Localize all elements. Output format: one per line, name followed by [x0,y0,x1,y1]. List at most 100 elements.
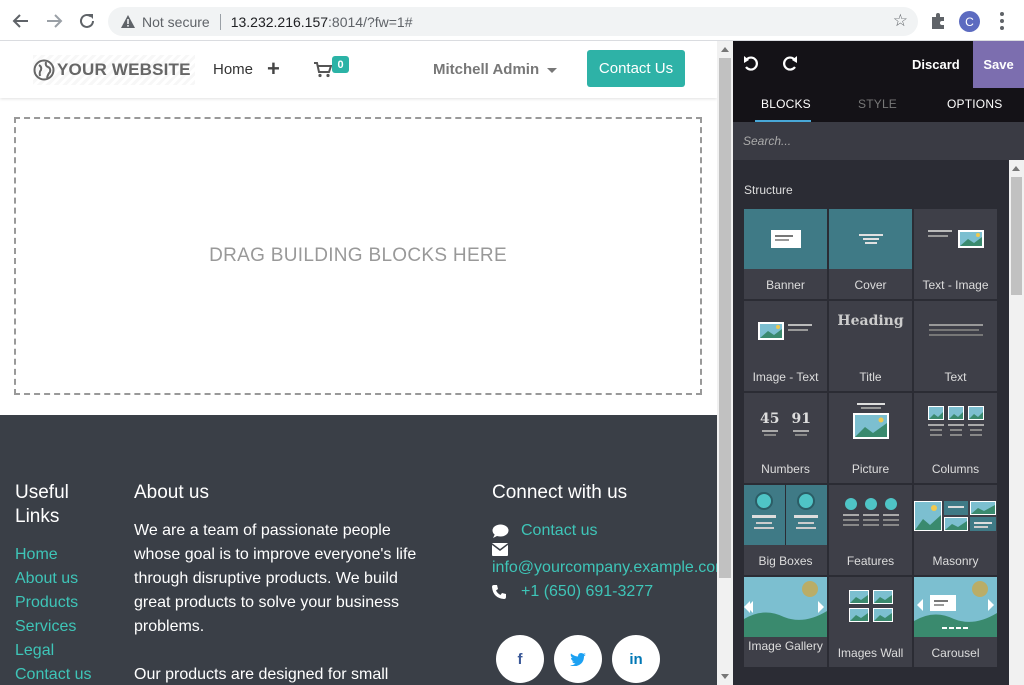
block-images-wall[interactable]: Images Wall [829,577,912,667]
footer-contact-link[interactable]: Contact us [521,519,597,543]
block-columns[interactable]: Columns [914,393,997,483]
scrollbar-thumb[interactable] [1011,177,1022,295]
image-gallery-thumbnail [744,577,827,637]
block-features[interactable]: Features [829,485,912,575]
scrollbar-thumb[interactable] [719,58,731,578]
block-label: Masonry [932,554,979,568]
footer-link-about[interactable]: About us [15,567,91,591]
block-label: Numbers [761,462,810,476]
masonry-thumbnail [914,485,997,545]
shopping-cart-icon[interactable] [314,62,333,78]
user-menu[interactable]: Mitchell Admin [433,61,558,78]
number-stat: 91 [792,411,811,436]
block-numbers[interactable]: 45 91 Numbers [744,393,827,483]
warning-icon[interactable] [120,14,136,30]
profile-avatar[interactable]: C [959,11,980,32]
picture-thumbnail [829,393,912,453]
block-label: Text [944,370,967,384]
footer-email-link[interactable]: info@yourcompany.example.com [492,556,717,580]
block-masonry[interactable]: Masonry [914,485,997,575]
tab-style[interactable]: STYLE [858,97,897,111]
facebook-icon[interactable]: f [496,635,544,683]
number-line [761,429,778,432]
banner-thumbnail [744,209,827,269]
block-search-input[interactable] [743,132,1003,150]
scroll-up-arrow-icon[interactable] [721,47,729,52]
phone-row: +1 (650) 691-3277 [492,580,717,604]
omnibox-divider [219,13,221,30]
extensions-puzzle-icon[interactable] [928,11,948,31]
about-paragraph-2: Our products are designed for small [134,666,389,683]
bookmark-star-icon[interactable]: ☆ [893,11,908,31]
images-wall-thumbnail [829,577,912,637]
discard-button[interactable]: Discard [912,57,960,72]
footer-about-text: We are a team of passionate people whose… [134,519,434,685]
footer-about-title: About us [134,482,209,503]
scroll-up-arrow-icon[interactable] [1012,166,1020,171]
editor-panel: Discard Save BLOCKS STYLE OPTIONS Struct… [733,41,1024,685]
block-label: Image - Text [752,370,819,384]
reload-icon[interactable] [75,9,99,33]
about-paragraph-1: We are a team of passionate people whose… [134,522,417,635]
twitter-icon[interactable] [554,635,602,683]
save-button[interactable]: Save [973,41,1024,88]
contact-us-button[interactable]: Contact Us [587,50,685,87]
block-label: Features [846,554,895,568]
block-search-bar [733,122,1024,160]
footer-link-services[interactable]: Services [15,615,91,639]
footer-link-contact[interactable]: Contact us [15,663,91,685]
block-picture[interactable]: Picture [829,393,912,483]
block-carousel[interactable]: Carousel [914,577,997,667]
block-label: Title [859,370,882,384]
browser-toolbar: Not secure 13.232.216.157:8014/?fw=1# ☆ … [0,0,1024,41]
footer-link-legal[interactable]: Legal [15,639,91,663]
block-label: Columns [931,462,980,476]
site-logo[interactable]: YOUR WEBSITE [33,55,195,85]
undo-icon[interactable] [741,54,761,74]
linkedin-icon[interactable]: in [612,635,660,683]
block-image-text[interactable]: Image - Text [744,301,827,391]
block-text[interactable]: Text [914,301,997,391]
editor-tabs: BLOCKS STYLE OPTIONS [733,88,1024,122]
number-value: 45 [760,410,780,427]
block-label: Picture [851,462,890,476]
browser-menu-icon[interactable] [994,11,1010,31]
website-scrollbar[interactable] [717,41,733,685]
envelope-icon [492,543,512,556]
address-bar[interactable]: Not secure 13.232.216.157:8014/?fw=1# ☆ [108,7,918,36]
text-thumbnail [914,301,997,361]
big-boxes-thumbnail [744,485,827,545]
carousel-thumbnail [914,577,997,637]
number-line [795,433,808,436]
user-name: Mitchell Admin [433,61,540,78]
block-text-image[interactable]: Text - Image [914,209,997,299]
footer-link-home[interactable]: Home [15,543,91,567]
back-arrow-icon[interactable] [9,9,33,33]
site-footer: Useful Links Home About us Products Serv… [0,415,717,685]
scroll-down-arrow-icon[interactable] [721,674,729,679]
footer-link-products[interactable]: Products [15,591,91,615]
block-banner[interactable]: Banner [744,209,827,299]
block-big-boxes[interactable]: Big Boxes [744,485,827,575]
add-page-plus-icon[interactable]: + [267,56,280,82]
block-title[interactable]: Heading Title [829,301,912,391]
tab-blocks[interactable]: BLOCKS [761,97,811,111]
image-text-thumbnail [744,301,827,361]
tab-options[interactable]: OPTIONS [947,97,1002,111]
forward-arrow-icon[interactable] [42,9,66,33]
email-row [492,543,717,556]
chat-bubble-icon [492,524,512,539]
drop-zone[interactable]: DRAG BUILDING BLOCKS HERE [14,117,702,395]
number-line [763,433,776,436]
footer-phone-link[interactable]: +1 (650) 691-3277 [521,580,653,604]
cover-thumbnail [829,209,912,269]
numbers-thumbnail: 45 91 [744,393,827,453]
nav-home-link[interactable]: Home [213,61,253,78]
block-cover[interactable]: Cover [829,209,912,299]
logo-text: YOUR WEBSITE [57,60,191,79]
block-image-gallery[interactable]: Image Gallery [744,577,827,667]
redo-icon[interactable] [780,54,800,74]
panel-scrollbar[interactable] [1009,160,1024,685]
block-label: Banner [766,278,805,292]
website-viewport: YOUR WEBSITE Home + 0 Mitchell Admin Con… [0,41,717,685]
